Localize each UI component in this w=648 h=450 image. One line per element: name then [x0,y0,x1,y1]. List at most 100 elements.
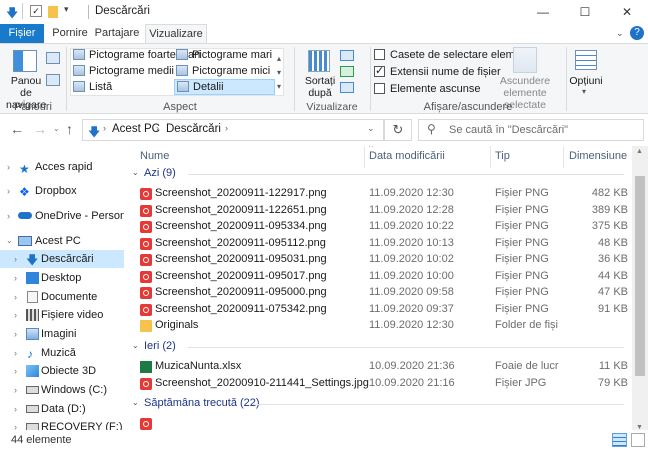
sort-by-icon[interactable] [308,50,330,72]
file-row[interactable]: Originals 11.09.2020 12:30 Folder de fiș… [136,318,632,335]
tab-file[interactable]: Fișier [0,24,44,44]
layout-details[interactable]: Detalii [174,79,275,95]
nav-item-dropbox[interactable]: › ❖ Dropbox [0,182,124,200]
nav-item-pictures[interactable]: › Imagini [0,325,124,343]
hidden-items-toggle[interactable]: Elemente ascunse [374,83,481,95]
nav-item-videos[interactable]: › Fișiere video [0,306,124,324]
address-bar[interactable]: 🡇 › Acest PC › Descărcări › ⌄ [82,119,384,141]
column-divider[interactable] [563,146,564,168]
details-view-toggle-icon[interactable] [612,433,627,447]
collapse-group-chevron-icon[interactable]: ⌄ [132,398,139,407]
breadcrumb-chevron-icon[interactable]: › [156,123,159,133]
nav-item-windows-c[interactable]: › Windows (C:) [0,381,124,399]
file-extensions-checkbox[interactable] [374,64,385,77]
expand-chevron-icon[interactable]: › [14,325,17,343]
breadcrumb-this-pc[interactable]: Acest PC [112,123,160,135]
layout-small-icons[interactable]: Pictograme mici [176,65,270,77]
column-header-name[interactable]: Nume [140,150,169,162]
address-history-chevron-icon[interactable]: ⌄ [367,123,375,134]
customize-quick-access-icon[interactable]: ▾ [64,4,69,15]
expand-chevron-icon[interactable]: › [7,207,10,225]
navigation-pane-icon[interactable] [13,50,37,72]
new-folder-icon[interactable] [48,6,58,18]
help-icon[interactable]: ? [630,26,644,40]
nav-item-quick-access[interactable]: › ★ Acces rapid [0,158,124,176]
column-header-type[interactable]: Tip [495,150,510,162]
nav-item-downloads[interactable]: › 🡇 Descărcări [0,250,124,268]
file-row[interactable]: Screenshot_20200910-211441_Settings.jpg … [136,376,632,393]
expand-chevron-icon[interactable]: › [14,306,17,324]
collapse-group-chevron-icon[interactable]: ⌄ [132,168,139,177]
expand-chevron-icon[interactable]: › [14,344,17,362]
file-row[interactable]: Screenshot_20200911-095031.png 11.09.202… [136,252,632,269]
column-header-size[interactable]: Dimensiune [569,150,627,162]
nav-item-3d-objects[interactable]: › Obiecte 3D [0,362,124,380]
item-checkboxes-checkbox[interactable] [374,49,385,60]
search-input[interactable]: Se caută în "Descărcări" [449,124,568,136]
search-box[interactable]: ⚲ Se caută în "Descărcări" [418,119,644,141]
breadcrumb-chevron-icon[interactable]: › [103,123,106,133]
nav-item-music[interactable]: › ♪ Muzică [0,344,124,362]
options-dropdown-icon[interactable]: ▾ [582,87,586,96]
quick-access-download-icon[interactable]: 🡇 [6,4,18,25]
expand-chevron-icon[interactable]: › [14,362,17,380]
file-extensions-toggle[interactable]: Extensii nume de fișier [374,64,501,78]
collapse-group-chevron-icon[interactable]: ⌄ [132,341,139,350]
nav-item-desktop[interactable]: › Desktop [0,269,124,287]
properties-check-icon[interactable]: ✓ [30,5,42,17]
hidden-items-checkbox[interactable] [374,83,385,94]
column-divider[interactable] [490,146,491,168]
group-by-icon[interactable] [340,50,354,61]
maximize-button[interactable]: ☐ [564,0,606,24]
expand-chevron-icon[interactable]: › [14,269,17,287]
up-arrow-icon[interactable]: ↑ [66,121,73,137]
column-header-date[interactable]: Data modificării [369,150,445,162]
vertical-scrollbar[interactable]: ▲ ▼ [632,146,648,436]
column-divider[interactable] [364,146,365,168]
nav-item-onedrive[interactable]: › OneDrive - Person [0,207,124,225]
expand-chevron-icon[interactable]: › [14,288,17,306]
forward-arrow-icon[interactable]: → [33,121,47,137]
layout-medium-icons[interactable]: Pictograme medii [73,65,174,77]
expand-chevron-icon[interactable]: › [14,250,17,268]
close-button[interactable]: ✕ [606,0,648,24]
size-columns-icon[interactable] [340,82,354,93]
collapse-ribbon-icon[interactable]: ⌄ [616,28,624,39]
file-row[interactable]: Screenshot_20200911-122651.png 11.09.202… [136,203,632,220]
file-row[interactable]: MuzicaNunta.xlsx 10.09.2020 21:36 Foaie … [136,359,632,376]
add-columns-icon[interactable] [340,66,354,77]
back-arrow-icon[interactable]: ← [10,121,24,137]
tab-share[interactable]: Partajare [92,24,142,44]
file-row[interactable]: Screenshot_20200911-095112.png 11.09.202… [136,236,632,253]
layout-list[interactable]: Listă [73,81,112,93]
file-row[interactable]: Screenshot_20200911-095334.png 11.09.202… [136,219,632,236]
details-pane-icon[interactable] [46,74,60,86]
file-row[interactable]: Screenshot_20200911-095017.png 11.09.202… [136,269,632,286]
tab-view[interactable]: Vizualizare [145,24,207,44]
options-button[interactable]: Opțiuni [568,75,604,87]
nav-item-this-pc[interactable]: ⌄ Acest PC [0,232,124,250]
hide-selected-icon[interactable] [513,47,537,73]
nav-item-data-d[interactable]: › Data (D:) [0,400,124,418]
large-icons-view-toggle-icon[interactable] [631,433,645,447]
preview-pane-icon[interactable] [46,52,60,64]
sort-by-button[interactable]: Sortați după [302,75,338,99]
refresh-button[interactable]: ↻ [384,119,412,141]
nav-item-documents[interactable]: › Documente [0,288,124,306]
layout-scroll-arrows[interactable]: ▴ ▾ ▾ [277,52,281,94]
minimize-button[interactable]: — [522,0,564,24]
expand-chevron-icon[interactable]: › [7,182,10,200]
file-row[interactable]: Screenshot_20200911-075342.png 11.09.202… [136,302,632,319]
layout-large-icons[interactable]: Pictograme mari [176,49,272,61]
item-checkboxes-toggle[interactable]: Casete de selectare element [374,49,530,61]
expand-chevron-icon[interactable]: › [14,381,17,399]
expand-chevron-icon[interactable]: › [14,400,17,418]
recent-locations-chevron-icon[interactable]: ⌄ [53,124,60,133]
breadcrumb-downloads[interactable]: Descărcări [166,123,221,135]
file-row[interactable]: Screenshot_20200911-095000.png 11.09.202… [136,285,632,302]
file-row[interactable]: Screenshot_20200911-122917.png 11.09.202… [136,186,632,203]
options-icon[interactable] [575,50,597,70]
scrollbar-thumb[interactable] [635,176,645,376]
expand-chevron-icon[interactable]: › [7,158,10,176]
collapse-chevron-icon[interactable]: ⌄ [6,232,13,250]
